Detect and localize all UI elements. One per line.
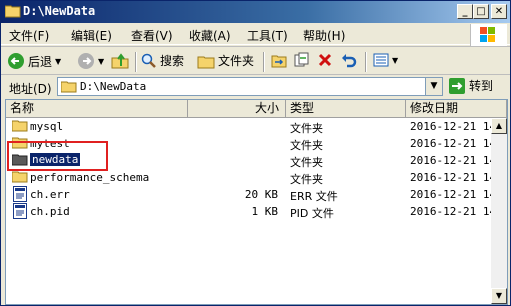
list-item[interactable]: mysql 文件夹 2016-12-21 14:43 <box>6 118 507 135</box>
delete-button[interactable] <box>317 52 333 68</box>
scroll-up-button[interactable]: ▲ <box>491 118 507 134</box>
toolbar-separator <box>263 52 265 72</box>
folder-icon <box>5 5 21 18</box>
folders-button[interactable]: 文件夹 <box>197 52 254 69</box>
go-label: 转到 <box>469 79 494 93</box>
forward-dropdown-icon[interactable]: ▼ <box>98 57 104 66</box>
explorer-window: D:\NewData _ □ ✕ 文件(F) 编辑(E) 查看(V) 收藏(A)… <box>0 0 511 306</box>
views-button[interactable]: ▼ <box>373 52 398 68</box>
go-button[interactable]: 转到 <box>449 77 493 94</box>
folder-icon <box>12 120 28 132</box>
undo-icon <box>342 54 357 68</box>
file-list[interactable]: 名称 大小 类型 修改日期 mysql 文件夹 2016-12-21 14:43… <box>5 99 508 305</box>
file-name: mysql <box>30 120 64 133</box>
file-size: 20 KB <box>244 188 278 201</box>
file-type: 文件夹 <box>290 156 323 169</box>
toolbar-separator <box>365 52 367 72</box>
search-icon <box>141 53 156 68</box>
menu-file[interactable]: 文件(F) <box>9 27 49 44</box>
search-label: 搜索 <box>160 54 185 68</box>
window-title: D:\NewData <box>23 4 96 18</box>
back-label: 后退 <box>28 54 53 69</box>
forward-arrow-icon <box>78 53 94 69</box>
search-button[interactable]: 搜索 <box>141 52 184 69</box>
file-type: 文件夹 <box>290 122 323 135</box>
forward-button[interactable]: ▼ <box>77 52 104 70</box>
file-type: ERR 文件 <box>290 190 338 203</box>
up-folder-button[interactable] <box>111 52 129 70</box>
toolbar: 后退 ▼ ▼ 搜索 文件夹 ▼ <box>1 46 510 75</box>
menu-help[interactable]: 帮助(H) <box>303 27 345 44</box>
file-icon <box>13 186 27 202</box>
folders-label: 文件夹 <box>218 54 255 68</box>
address-bar: 地址(D) D:\NewData ▼ 转到 <box>1 74 510 99</box>
minimize-button[interactable]: _ <box>457 4 473 19</box>
file-size: 1 KB <box>251 205 279 218</box>
address-value: D:\NewData <box>80 80 147 93</box>
menu-edit[interactable]: 编辑(E) <box>71 27 112 44</box>
address-input[interactable]: D:\NewData ▼ <box>57 77 443 96</box>
menu-view[interactable]: 查看(V) <box>131 27 173 44</box>
back-button[interactable]: 后退 ▼ <box>7 52 61 70</box>
column-size[interactable]: 大小 <box>188 100 286 117</box>
file-name: ch.err <box>30 188 70 201</box>
go-arrow-icon <box>449 77 465 94</box>
file-type: 文件夹 <box>290 139 323 152</box>
list-item[interactable]: ch.pid 1 KB PID 文件 2016-12-21 14:43 <box>6 203 507 220</box>
copy-to-icon <box>294 52 309 67</box>
undo-button[interactable] <box>341 52 357 68</box>
file-icon <box>13 203 27 219</box>
delete-icon <box>318 53 332 67</box>
address-dropdown-button[interactable]: ▼ <box>425 78 442 95</box>
vertical-scrollbar[interactable]: ▲ ▼ <box>491 118 507 304</box>
column-header-bar: 名称 大小 类型 修改日期 <box>6 100 507 118</box>
file-type: PID 文件 <box>290 207 334 220</box>
folder-icon <box>61 81 77 93</box>
title-bar[interactable]: D:\NewData _ □ ✕ <box>1 1 510 23</box>
views-icon <box>373 53 389 67</box>
column-name[interactable]: 名称 <box>6 100 188 117</box>
folders-icon <box>197 56 215 68</box>
column-modified[interactable]: 修改日期 <box>406 100 507 117</box>
windows-logo <box>470 24 507 46</box>
move-to-button[interactable] <box>271 52 287 68</box>
windows-flag-icon <box>480 27 495 42</box>
views-dropdown-icon[interactable]: ▼ <box>392 56 398 65</box>
back-arrow-icon <box>8 53 24 69</box>
copy-to-button[interactable] <box>293 52 309 68</box>
list-item[interactable]: performance_schema 文件夹 2016-12-21 14:43 <box>6 169 507 186</box>
highlight-box <box>7 141 108 171</box>
file-name: ch.pid <box>30 205 70 218</box>
toolbar-separator <box>135 52 137 72</box>
file-name: performance_schema <box>30 171 150 184</box>
address-label: 地址(D) <box>9 82 52 96</box>
list-item[interactable]: ch.err 20 KB ERR 文件 2016-12-21 14:43 <box>6 186 507 203</box>
close-button[interactable]: ✕ <box>491 4 507 19</box>
back-dropdown-icon[interactable]: ▼ <box>55 57 61 66</box>
menu-tools[interactable]: 工具(T) <box>247 27 288 44</box>
maximize-button[interactable]: □ <box>473 4 489 19</box>
folder-icon <box>12 171 28 183</box>
menu-favorites[interactable]: 收藏(A) <box>189 27 231 44</box>
move-to-icon <box>271 55 287 68</box>
menu-bar: 文件(F) 编辑(E) 查看(V) 收藏(A) 工具(T) 帮助(H) <box>1 24 510 45</box>
scroll-down-button[interactable]: ▼ <box>491 288 507 304</box>
up-folder-icon <box>111 53 129 69</box>
file-type: 文件夹 <box>290 173 323 186</box>
column-type[interactable]: 类型 <box>286 100 406 117</box>
